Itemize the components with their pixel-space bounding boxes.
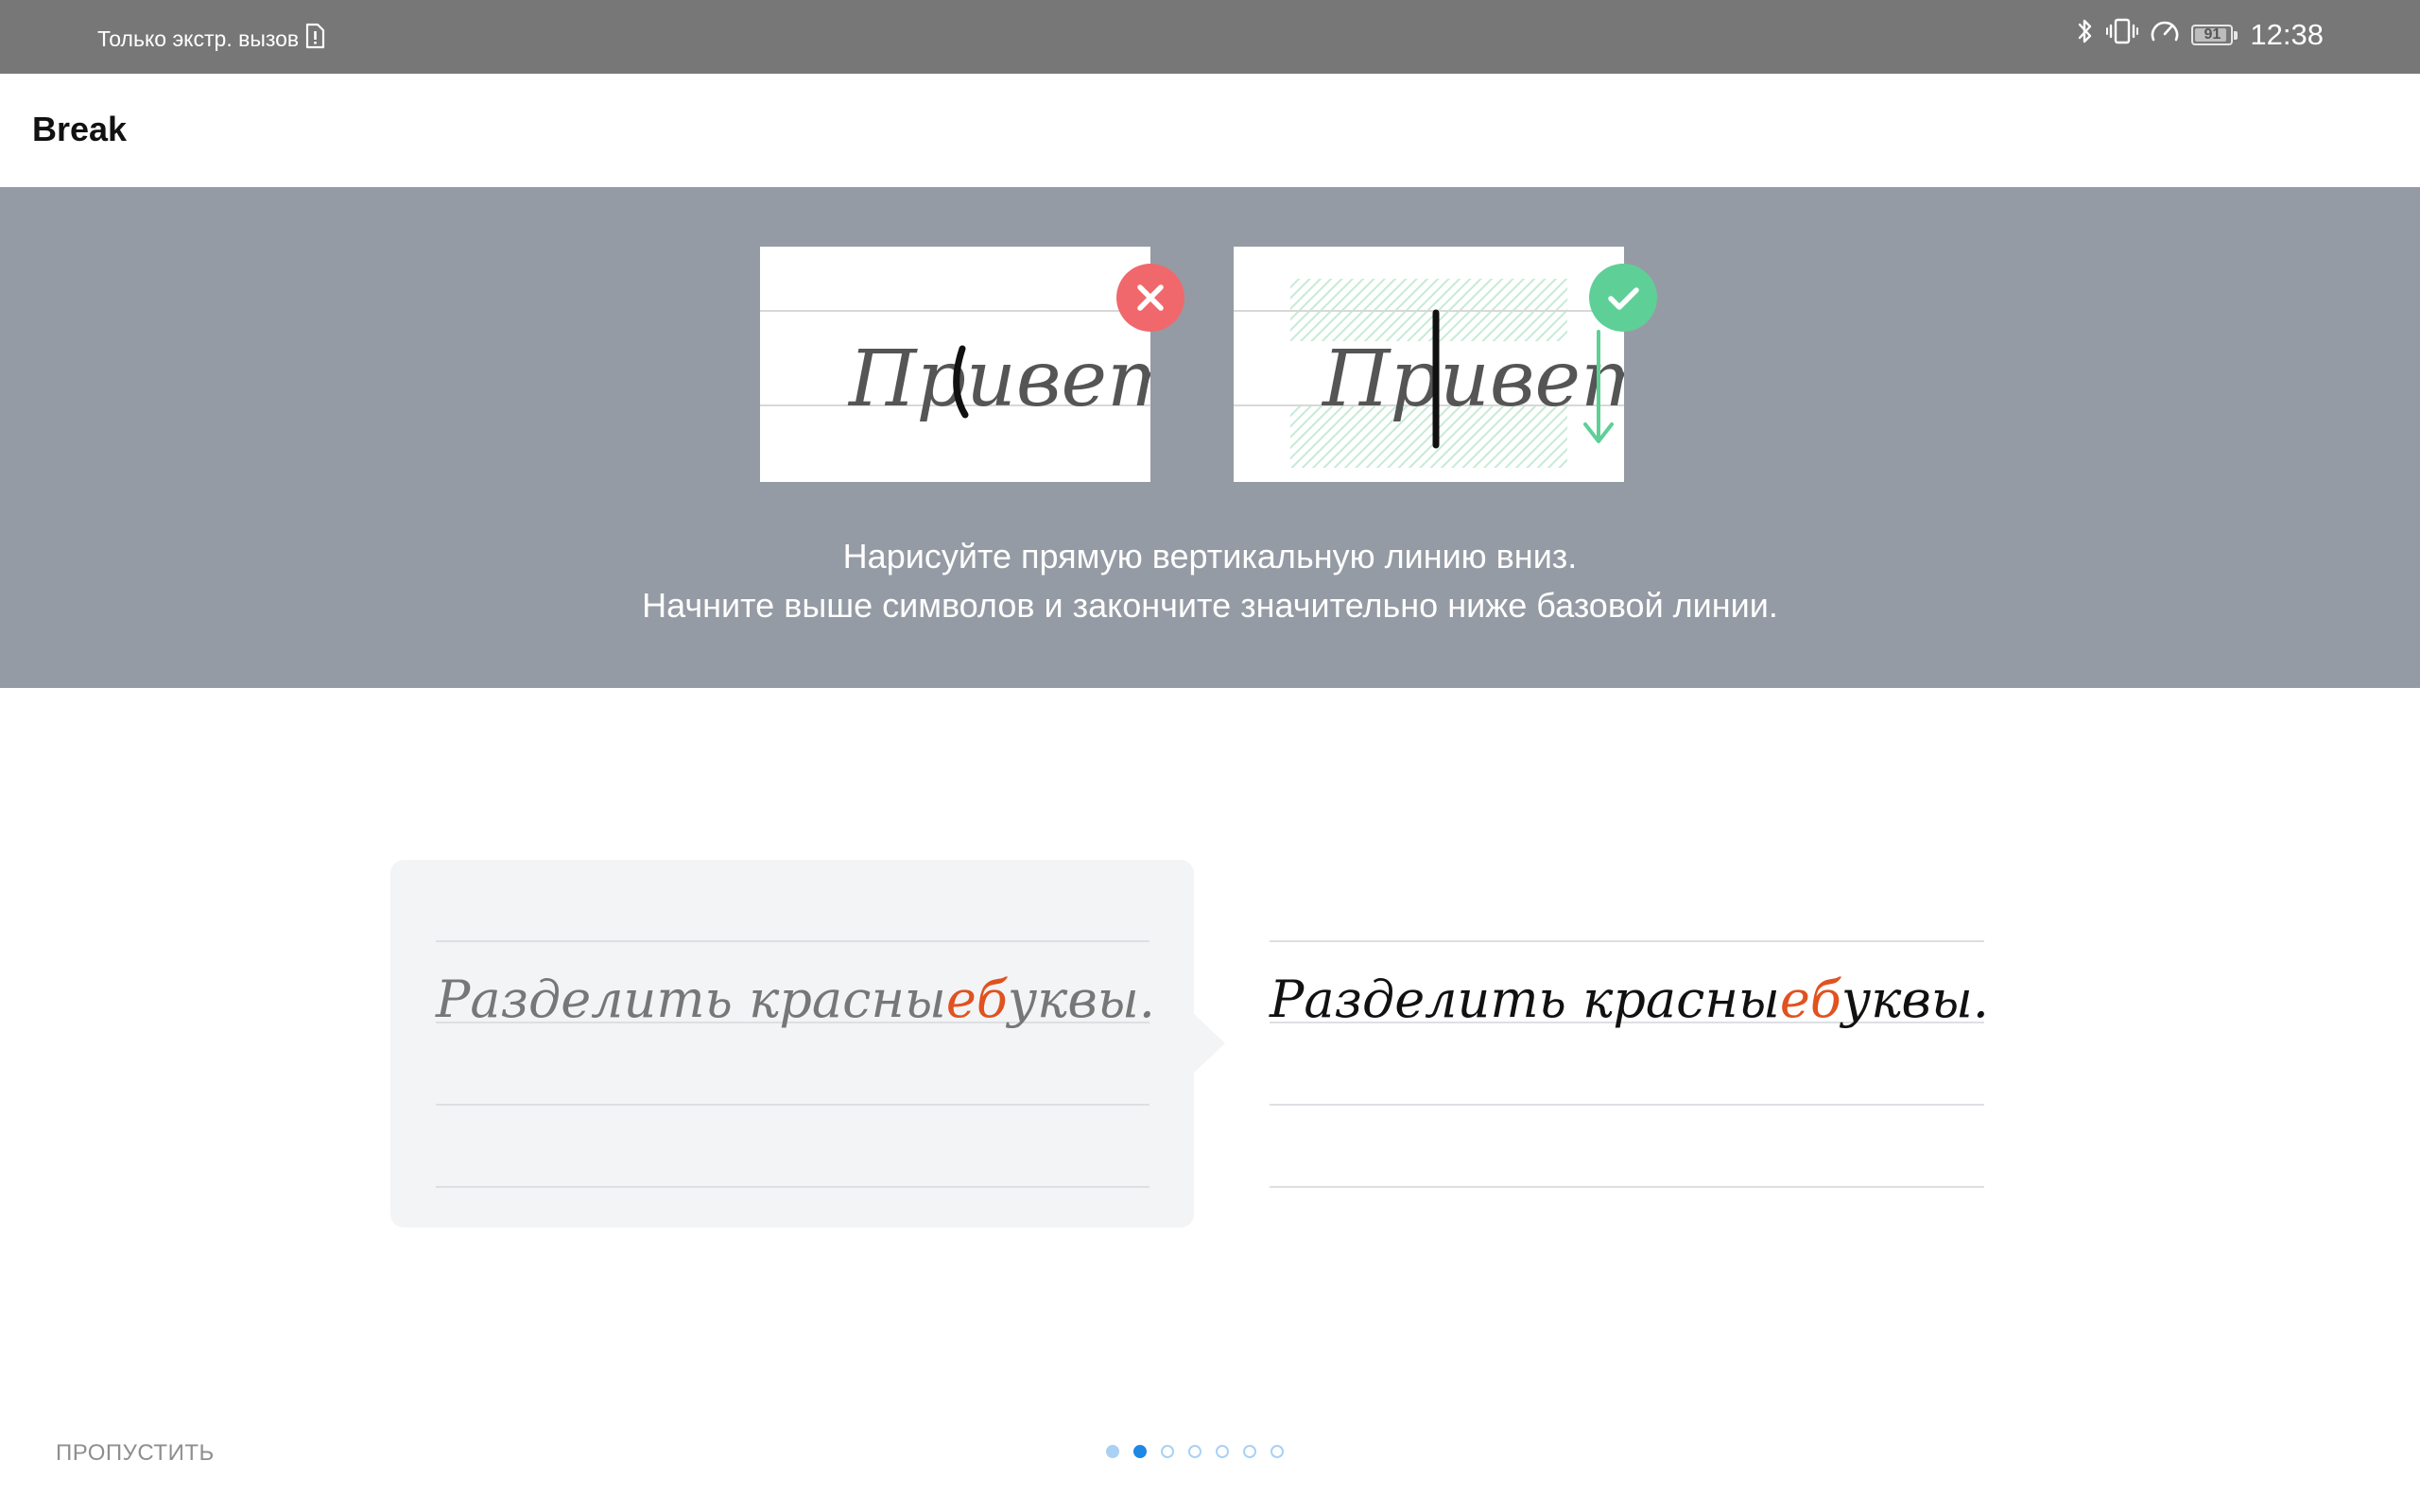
battery-level: 91 [2204, 26, 2221, 43]
instruction-line-2: Начните выше символов и закончите значит… [642, 586, 1778, 625]
instruction-line-1: Нарисуйте прямую вертикальную линию вниз… [842, 537, 1578, 576]
app-bar: Break [0, 74, 2420, 187]
demo-pointer-arrow [1193, 1013, 1225, 1074]
demo-before-highlight: еб [945, 970, 1008, 1029]
rule-line [1270, 1104, 1984, 1106]
skip-button[interactable]: ПРОПУСТИТЬ [56, 1440, 215, 1467]
status-bar: Только экстр. вызов 91 12:38 [0, 0, 2420, 74]
battery-icon: 91 [2191, 25, 2238, 45]
bluetooth-icon [2076, 17, 2095, 53]
wrong-example-word: Привет [847, 335, 1150, 424]
rule-line [436, 1186, 1150, 1188]
demo-before-part2: уквы. [1007, 970, 1155, 1029]
close-icon [1137, 284, 1164, 311]
page-dot [1243, 1445, 1256, 1458]
page-title: Break [32, 110, 128, 148]
demo-after-highlight: еб [1779, 970, 1841, 1029]
rule-line [1270, 1186, 1984, 1188]
rule-line [1270, 940, 1984, 942]
demo-after-part2: уквы. [1841, 970, 1989, 1029]
rule-line [436, 1104, 1150, 1106]
page-dot [1188, 1445, 1201, 1458]
page-dot [1270, 1445, 1284, 1458]
carrier-text: Только экстр. вызов [97, 26, 300, 51]
status-right: 91 12:38 [2076, 17, 2324, 53]
demo-before-card: Разделить красныебуквы. [390, 860, 1194, 1228]
correct-example-card: Привет [1234, 247, 1624, 482]
clock: 12:38 [2250, 18, 2324, 51]
demo-before-text: Разделить красныебуквы. [436, 970, 1155, 1029]
rule-line [436, 940, 1150, 942]
screen: Только экстр. вызов 91 12:38 Break Приве… [0, 0, 2420, 1512]
vibrate-icon [2106, 17, 2139, 53]
demo-before-part1: Разделить красны [436, 970, 946, 1029]
status-left: Только экстр. вызов [97, 23, 325, 55]
instruction-panel: Привет Привет Нарисуйте прямую вертикаль… [0, 187, 2420, 688]
page-indicator [1106, 1445, 1284, 1458]
correct-example-word: Привет [1321, 335, 1624, 424]
wrong-badge [1116, 264, 1184, 332]
page-dot [1216, 1445, 1229, 1458]
page-dot [1133, 1445, 1147, 1458]
demo-after-part1: Разделить красны [1270, 970, 1780, 1029]
wrong-example-card: Привет [760, 247, 1150, 482]
page-dot [1106, 1445, 1119, 1458]
page-dot [1161, 1445, 1174, 1458]
demo-after-text: Разделить красныебуквы. [1270, 970, 1989, 1029]
correct-badge [1589, 264, 1657, 332]
sim-alert-icon [304, 23, 325, 55]
speedometer-icon [2150, 17, 2180, 53]
check-icon [1608, 287, 1639, 310]
